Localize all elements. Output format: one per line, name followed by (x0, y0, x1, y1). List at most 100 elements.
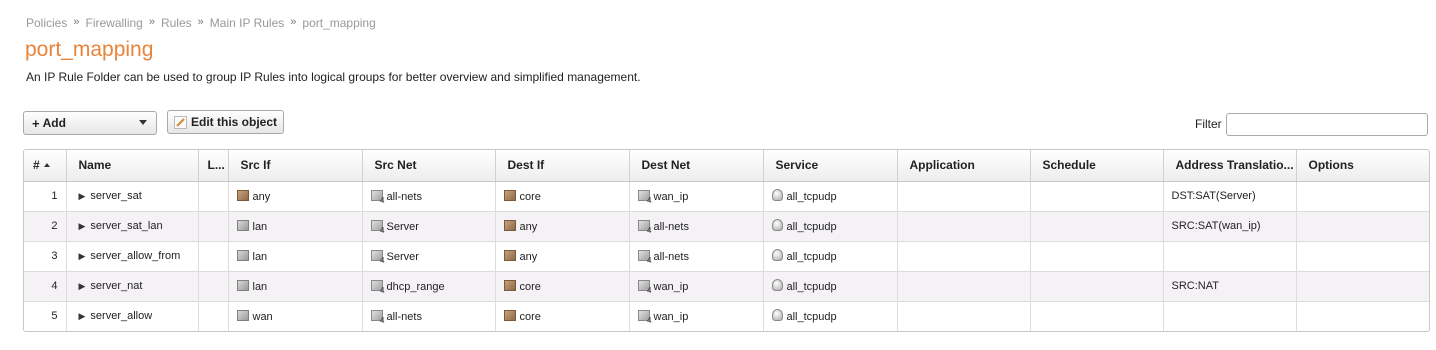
service-icon (771, 219, 783, 231)
network-object-icon (637, 309, 652, 325)
cell-number: 3 (24, 241, 67, 272)
table-row[interactable]: 5 ▶ server_allow wanall-netscorewan_ipall_t… (24, 301, 1429, 331)
add-dropdown-button[interactable]: + Add (23, 111, 157, 135)
expand-arrow-icon[interactable]: ▶ (79, 221, 86, 231)
cell-src-net: dhcp_range (362, 271, 496, 302)
interface-grey-icon (236, 309, 249, 321)
cell-application (897, 271, 1031, 302)
cell-dest-net: all-nets (629, 211, 764, 242)
table-row[interactable]: 1 ▶ server_sat anyall-netscorewan_ipall_tcp… (24, 181, 1429, 212)
column-header-dest-if[interactable]: Dest If (495, 150, 630, 182)
cell-options (1296, 181, 1429, 212)
cell-schedule (1030, 271, 1164, 302)
expand-arrow-icon[interactable]: ▶ (79, 311, 86, 321)
column-header-address-translation[interactable]: Address Translatio... (1163, 150, 1297, 182)
cell-dest-net: wan_ip (629, 271, 764, 302)
breadcrumb-item-policies[interactable]: Policies (26, 16, 67, 30)
interface-grey-icon (236, 279, 249, 291)
cell-name[interactable]: ▶ server_sat (66, 181, 199, 212)
cell-src-if: lan (228, 241, 363, 272)
cell-name[interactable]: ▶ server_sat_lan (66, 211, 199, 242)
expand-arrow-icon[interactable]: ▶ (79, 191, 86, 201)
ip-rules-grid: # Name L... Src If Src Net Dest If Dest … (23, 149, 1430, 332)
interface-brown-icon (503, 189, 516, 201)
cell-log (198, 241, 229, 272)
interface-brown-icon (503, 309, 516, 321)
edit-button-label: Edit this object (191, 115, 278, 129)
cell-options (1296, 271, 1429, 302)
cell-src-if: any (228, 181, 363, 212)
table-header-row: # Name L... Src If Src Net Dest If Dest … (24, 150, 1429, 182)
cell-address-translation: DST:SAT(Server) (1163, 181, 1297, 212)
cell-src-if: lan (228, 211, 363, 242)
cell-number: 5 (24, 301, 67, 331)
network-object-icon (637, 249, 652, 265)
breadcrumb-item-main-ip-rules[interactable]: Main IP Rules (210, 16, 284, 30)
table-row[interactable]: 2 ▶ server_sat_lan lanServeranyall-netsall_… (24, 211, 1429, 242)
cell-name[interactable]: ▶ server_allow_from (66, 241, 199, 272)
cell-address-translation (1163, 301, 1297, 331)
cell-address-translation (1163, 241, 1297, 272)
cell-src-net: Server (362, 241, 496, 272)
table-row[interactable]: 4 ▶ server_nat landhcp_rangecorewan_ipall_t… (24, 271, 1429, 302)
cell-log (198, 301, 229, 331)
add-button-label: Add (42, 116, 66, 130)
breadcrumb-item-rules[interactable]: Rules (161, 16, 192, 30)
breadcrumb-separator: » (73, 16, 80, 28)
cell-dest-net: wan_ip (629, 301, 764, 331)
column-header-application[interactable]: Application (897, 150, 1031, 182)
service-icon (771, 189, 783, 201)
chevron-down-icon (139, 120, 147, 125)
column-header-number[interactable]: # (24, 150, 67, 182)
interface-brown-icon (236, 189, 249, 201)
cell-schedule (1030, 301, 1164, 331)
page-title: port_mapping (25, 38, 154, 61)
interface-grey-icon (236, 249, 249, 261)
column-header-src-net[interactable]: Src Net (362, 150, 496, 182)
page-description: An IP Rule Folder can be used to group I… (26, 70, 641, 84)
filter-label: Filter (1195, 117, 1222, 131)
cell-address-translation: SRC:NAT (1163, 271, 1297, 302)
interface-brown-icon (503, 219, 516, 231)
column-header-log[interactable]: L... (198, 150, 229, 182)
cell-dest-if: core (495, 271, 630, 302)
edit-object-button[interactable]: Edit this object (167, 110, 284, 134)
cell-number: 2 (24, 211, 67, 242)
filter-input[interactable] (1226, 113, 1428, 136)
table-row[interactable]: 3 ▶ server_allow_from lanServeranyall-netsa… (24, 241, 1429, 272)
cell-options (1296, 211, 1429, 242)
cell-application (897, 181, 1031, 212)
expand-arrow-icon[interactable]: ▶ (79, 281, 86, 291)
cell-dest-if: core (495, 301, 630, 331)
expand-arrow-icon[interactable]: ▶ (79, 251, 86, 261)
cell-number: 1 (24, 181, 67, 212)
rule-name: server_allow (90, 310, 153, 323)
column-header-schedule[interactable]: Schedule (1030, 150, 1164, 182)
network-object-icon (370, 189, 385, 205)
cell-log (198, 211, 229, 242)
cell-address-translation: SRC:SAT(wan_ip) (1163, 211, 1297, 242)
cell-name[interactable]: ▶ server_nat (66, 271, 199, 302)
breadcrumb-item-firewalling[interactable]: Firewalling (85, 16, 142, 30)
cell-dest-if: any (495, 211, 630, 242)
cell-log (198, 181, 229, 212)
breadcrumb-item-current: port_mapping (302, 16, 376, 30)
cell-name[interactable]: ▶ server_allow (66, 301, 199, 331)
column-header-options[interactable]: Options (1296, 150, 1429, 182)
cell-service: all_tcpudp (763, 241, 898, 272)
cell-application (897, 301, 1031, 331)
column-header-src-if[interactable]: Src If (228, 150, 363, 182)
cell-src-if: lan (228, 271, 363, 302)
rule-name: server_allow_from (90, 250, 181, 262)
service-icon (771, 309, 783, 322)
column-header-name[interactable]: Name (66, 150, 199, 182)
cell-application (897, 211, 1031, 242)
breadcrumb-separator: » (290, 16, 297, 28)
cell-options (1296, 241, 1429, 272)
column-header-service[interactable]: Service (763, 150, 898, 182)
interface-grey-icon (236, 219, 249, 231)
breadcrumb: Policies » Firewalling » Rules » Main IP… (26, 16, 376, 30)
cell-options (1296, 301, 1429, 331)
column-header-dest-net[interactable]: Dest Net (629, 150, 764, 182)
network-object-icon (370, 309, 385, 325)
